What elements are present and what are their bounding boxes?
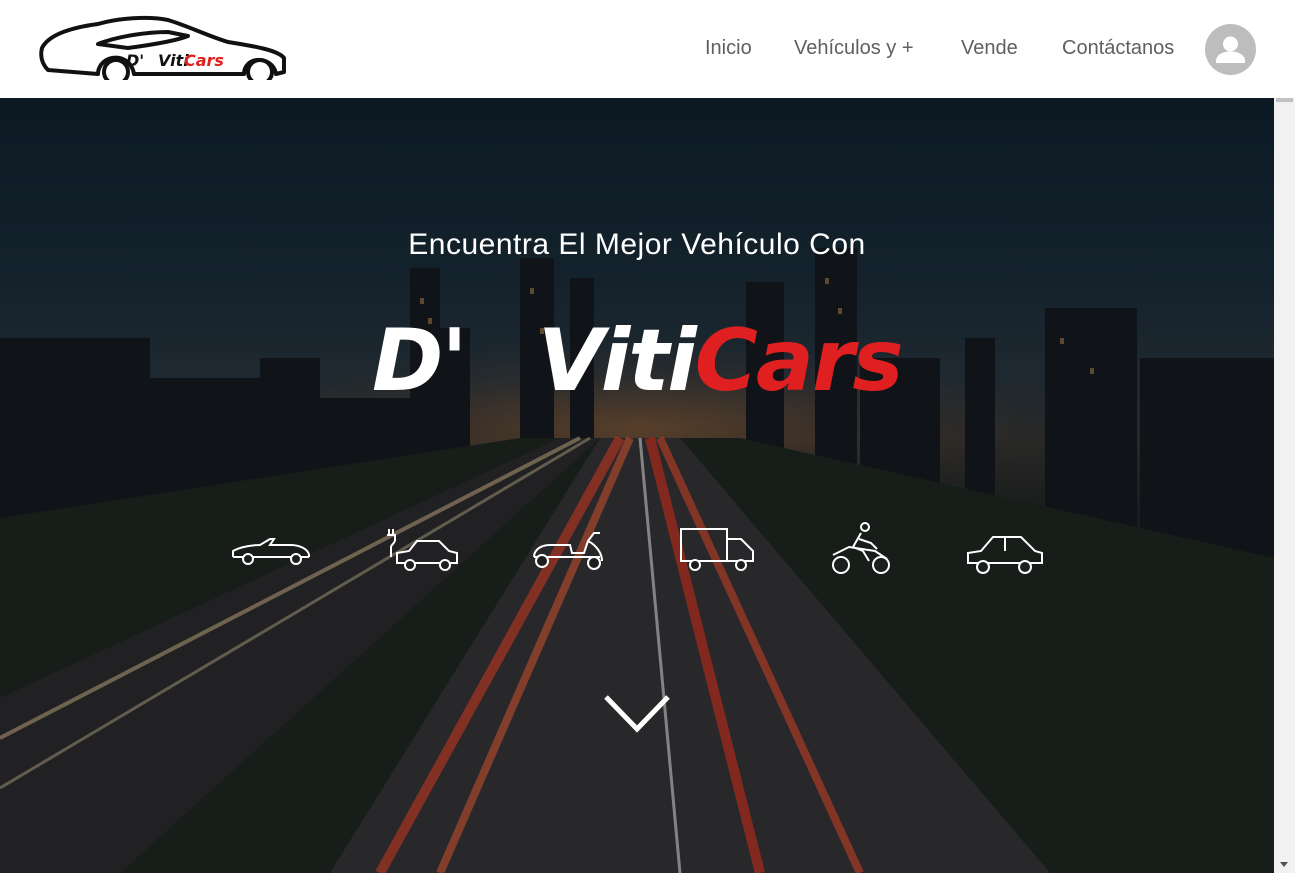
logo-red: Cars — [184, 51, 224, 70]
electric-car-icon[interactable] — [383, 527, 461, 573]
site-logo[interactable]: D' Viti Cars — [38, 14, 288, 86]
scroll-down-chevron-icon[interactable] — [602, 693, 672, 735]
hero-subtitle: Encuentra El Mejor Vehículo Con — [408, 228, 866, 261]
hero-section: Encuentra El Mejor Vehículo Con D' VitiC… — [0, 98, 1274, 873]
vehicle-category-icons — [0, 518, 1274, 588]
convertible-car-icon[interactable] — [230, 533, 312, 565]
logo-prefix: D' — [126, 51, 144, 70]
nav-vehiculos[interactable]: Vehículos y + — [794, 36, 914, 60]
truck-icon[interactable] — [679, 527, 757, 573]
brand-prefix: D' — [372, 311, 468, 411]
scrollbar-down-arrow-icon[interactable] — [1280, 862, 1288, 867]
motorcycle-icon[interactable] — [829, 521, 891, 575]
scooter-icon[interactable] — [530, 531, 606, 571]
car-logo-icon: D' Viti Cars — [39, 15, 286, 86]
nav-inicio[interactable]: Inicio — [705, 36, 752, 60]
page-scrollbar[interactable] — [1274, 98, 1295, 873]
user-account-button[interactable] — [1205, 24, 1256, 75]
site-header: D' Viti Cars Inicio Vehículos y + Vende … — [0, 0, 1295, 98]
hero-brand-title: D' VitiCars — [372, 316, 912, 406]
nav-contactanos[interactable]: Contáctanos — [1062, 36, 1174, 60]
user-icon — [1216, 36, 1245, 63]
brand-red: Cars — [694, 311, 904, 411]
nav-vende[interactable]: Vende — [961, 36, 1018, 60]
hatchback-car-icon[interactable] — [965, 533, 1045, 575]
hero-dark-overlay — [0, 98, 1274, 873]
brand-white: Viti — [537, 311, 697, 411]
scrollbar-thumb[interactable] — [1276, 98, 1293, 102]
